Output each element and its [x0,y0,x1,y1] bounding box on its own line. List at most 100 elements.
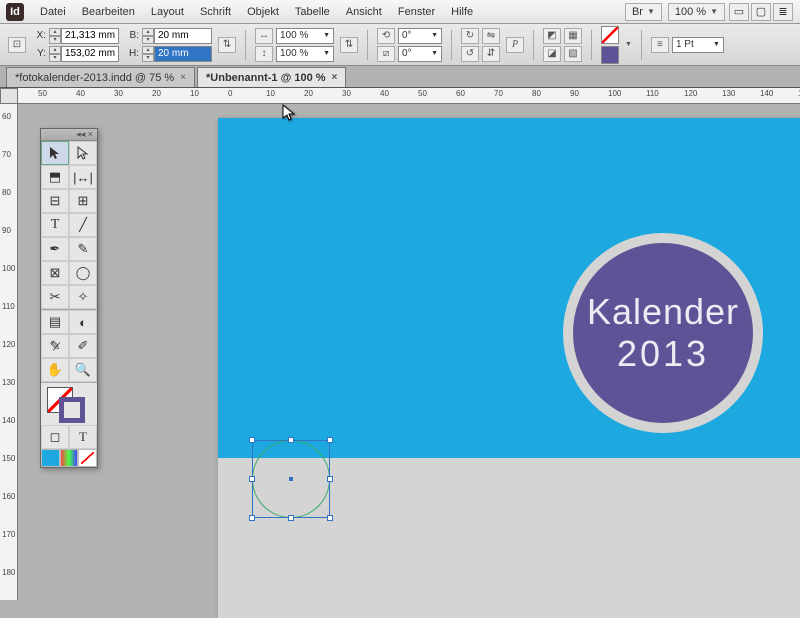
scale-y-field[interactable]: 100 %▼ [276,46,334,62]
menu-objekt[interactable]: Objekt [239,3,287,21]
apply-color[interactable] [41,449,60,467]
free-transform-tool[interactable]: ✧ [69,285,97,309]
panel-grip[interactable]: ◂◂ × [41,129,97,141]
stroke-swatch[interactable] [601,46,619,64]
height-field[interactable]: ▴▾ [142,46,212,62]
menu-hilfe[interactable]: Hilfe [443,3,481,21]
control-bar: ⊡ X: ▴▾ Y: ▴▾ B: ▴▾ H: ▴▾ ⇅ ↔100 %▼ ↕100… [0,24,800,66]
menu-schrift[interactable]: Schrift [192,3,239,21]
eyedropper-tool[interactable]: ✐ [69,334,97,358]
apply-none[interactable] [78,449,97,467]
formatting-container-icon[interactable]: ◻ [41,425,69,449]
rotate-field[interactable]: 0°▼ [398,28,442,44]
tab-fotokalender[interactable]: *fotokalender-2013.indd @ 75 %× [6,67,195,87]
dropdown-icon: ▼ [647,7,655,16]
rotate-icon: ⟲ [377,28,395,44]
line-tool[interactable]: ╱ [69,213,97,237]
handle-tl[interactable] [249,437,255,443]
width-input[interactable] [154,28,212,44]
select-content-icon[interactable]: ▦ [564,28,582,44]
hand-tool[interactable]: ✋ [41,358,69,382]
menu-layout[interactable]: Layout [143,3,192,21]
selected-ellipse[interactable] [252,440,330,518]
menu-bearbeiten[interactable]: Bearbeiten [74,3,143,21]
gradient-swatch-tool[interactable]: ▤ [41,310,69,334]
document-page[interactable]: Kalender 2013 [218,118,800,618]
menu-fenster[interactable]: Fenster [390,3,443,21]
handle-center[interactable] [289,477,293,481]
vertical-ruler[interactable]: 60708090100110120130140150160170180 [0,104,18,600]
scissors-tool[interactable]: ✂ [41,285,69,309]
selection-tool[interactable] [41,141,69,165]
handle-t[interactable] [288,437,294,443]
select-container-icon[interactable]: ◩ [543,28,561,44]
char-panel-icon[interactable]: P [506,37,524,53]
page-tool[interactable]: ⬒ [41,165,69,189]
scale-x-field[interactable]: 100 %▼ [276,28,334,44]
x-input[interactable] [61,28,119,44]
content-collector-tool[interactable]: ⊟ [41,189,69,213]
close-icon[interactable]: × [180,72,186,83]
stroke-proxy[interactable] [59,397,85,423]
select-prev-icon[interactable]: ◪ [543,46,561,62]
fill-swatch[interactable] [601,26,619,44]
tab-unbenannt[interactable]: *Unbenannt-1 @ 100 %× [197,67,346,87]
pencil-tool[interactable]: ✎ [69,237,97,261]
height-input[interactable] [154,46,212,62]
view-options-icon[interactable]: ▭ [729,3,749,21]
flip-v-icon[interactable]: ⇵ [482,46,500,62]
menu-datei[interactable]: Datei [32,3,74,21]
close-icon[interactable]: × [332,72,338,83]
handle-br[interactable] [327,515,333,521]
zoom-level[interactable]: 100 %▼ [668,3,725,21]
y-field[interactable]: ▴▾ [49,46,119,62]
pen-tool[interactable]: ✒ [41,237,69,261]
stroke-weight-field[interactable]: 1 Pt▼ [672,37,724,53]
app-icon: Id [6,3,24,21]
arrange-icon[interactable]: ≣ [773,3,793,21]
formatting-text-icon[interactable]: T [69,425,97,449]
workspace-label: Br [632,6,643,18]
horizontal-ruler[interactable]: 5040302010010203040506070809010011012013… [18,88,800,104]
constrain-scale-icon[interactable]: ⇅ [340,37,358,53]
select-next-icon[interactable]: ▧ [564,46,582,62]
constrain-icon[interactable]: ⇅ [218,37,236,53]
shear-field[interactable]: 0°▼ [398,46,442,62]
x-field[interactable]: ▴▾ [49,28,119,44]
gradient-feather-tool[interactable]: ◐ [69,310,97,334]
width-field[interactable]: ▴▾ [142,28,212,44]
menu-ansicht[interactable]: Ansicht [338,3,390,21]
dropdown-icon: ▼ [710,7,718,16]
note-tool[interactable]: ✎̷ [41,334,69,358]
handle-bl[interactable] [249,515,255,521]
rectangle-frame-tool[interactable]: ⊠ [41,261,69,285]
document-tabs: *fotokalender-2013.indd @ 75 %× *Unbenan… [0,66,800,88]
flip-h-icon[interactable]: ⇋ [482,28,500,44]
reference-point-icon[interactable]: ⊡ [8,37,26,53]
handle-tr[interactable] [327,437,333,443]
menu-tabelle[interactable]: Tabelle [287,3,338,21]
zoom-tool[interactable]: 🔍 [69,358,97,382]
y-label: Y: [32,48,46,59]
handle-b[interactable] [288,515,294,521]
screen-mode-icon[interactable]: ▢ [751,3,771,21]
title-circle[interactable]: Kalender 2013 [563,233,763,433]
fill-stroke-proxy[interactable] [41,383,97,425]
ruler-origin[interactable] [0,88,18,104]
direct-selection-tool[interactable] [69,141,97,165]
gap-tool[interactable]: |↔| [69,165,97,189]
content-placer-tool[interactable]: ⊞ [69,189,97,213]
y-input[interactable] [61,46,119,62]
menu-bar: Id Datei Bearbeiten Layout Schrift Objek… [0,0,800,24]
ellipse-tool[interactable]: ◯ [69,261,97,285]
canvas[interactable]: Kalender 2013 ◂◂ × ⬒ |↔| ⊟ ⊞ T ╱ [18,104,800,600]
rotate-cw-icon[interactable]: ↻ [461,28,479,44]
workspace-switcher[interactable]: Br ▼ [625,3,662,21]
handle-l[interactable] [249,476,255,482]
handle-r[interactable] [327,476,333,482]
type-tool[interactable]: T [41,213,69,237]
rotate-ccw-icon[interactable]: ↺ [461,46,479,62]
title-line1: Kalender [587,291,739,333]
apply-gradient[interactable] [60,449,79,467]
tools-panel[interactable]: ◂◂ × ⬒ |↔| ⊟ ⊞ T ╱ ✒ ✎ ⊠ ◯ ✂ ✧ ▤ ◐ ✎̷ ✐ … [40,128,98,468]
